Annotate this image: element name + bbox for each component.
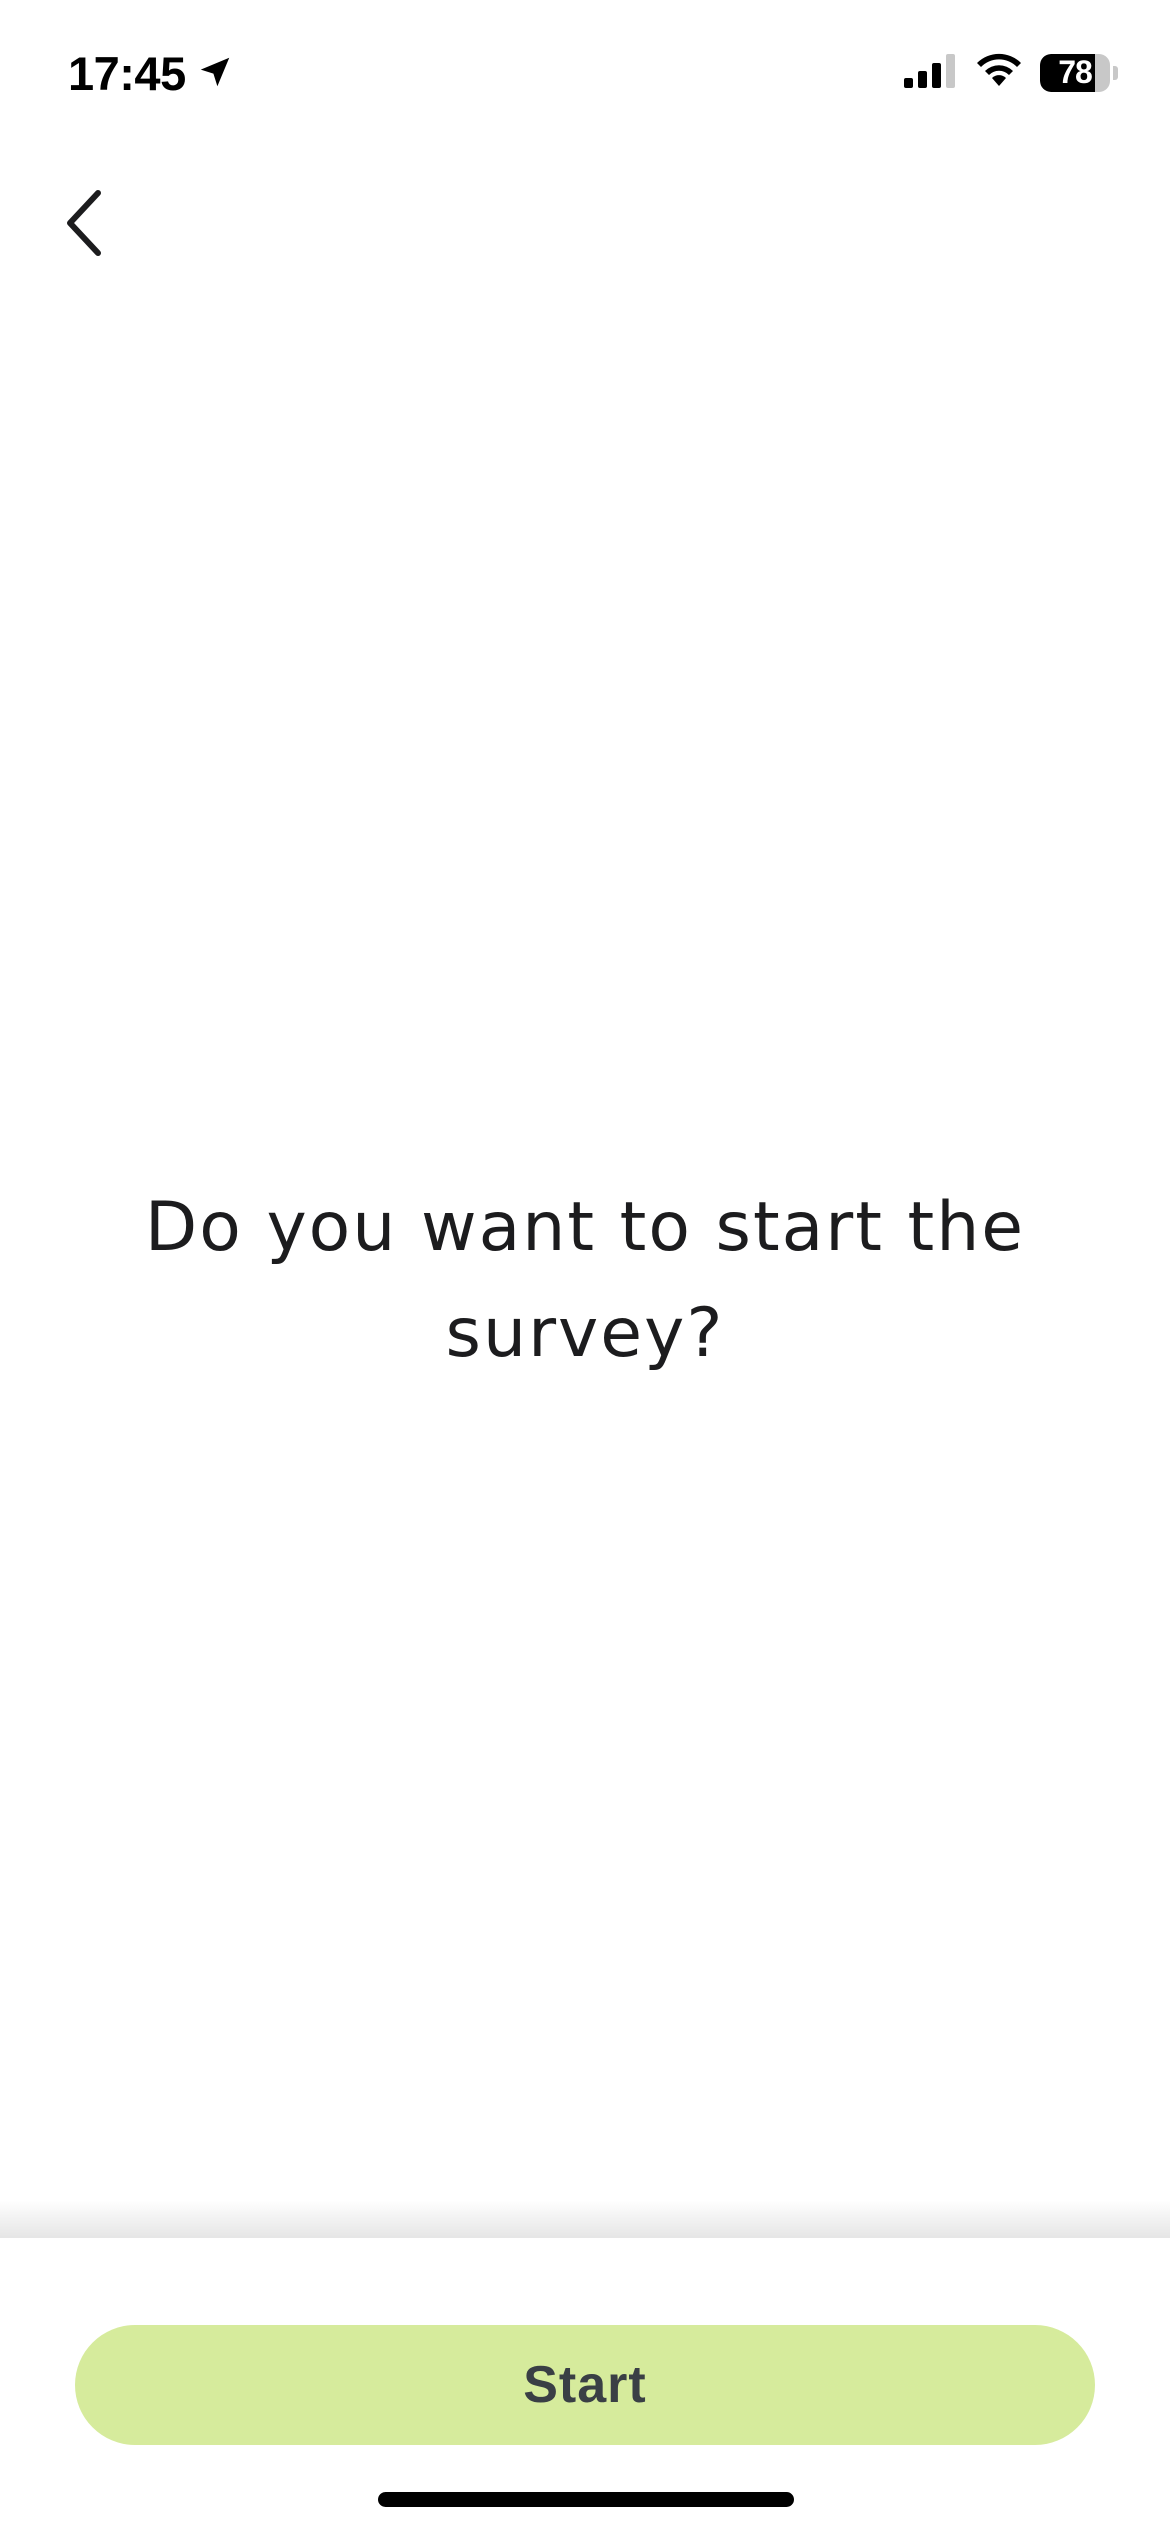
battery-icon: 78	[1040, 53, 1118, 92]
status-bar: 17:45 78	[0, 0, 1170, 150]
battery-body: 78	[1040, 53, 1110, 92]
start-button[interactable]: Start	[75, 2325, 1095, 2445]
battery-cap	[1113, 65, 1118, 80]
cellular-signal-icon	[904, 52, 958, 93]
bottom-panel-shadow	[0, 2200, 1170, 2238]
battery-level: 78	[1058, 54, 1093, 90]
home-indicator[interactable]	[378, 2492, 794, 2507]
location-arrow-icon	[196, 53, 234, 96]
status-indicators: 78	[904, 52, 1118, 93]
status-time: 17:45	[68, 47, 186, 100]
wifi-icon	[974, 52, 1024, 93]
chevron-left-icon	[62, 189, 106, 262]
survey-prompt: Do you want to start the survey?	[144, 1188, 1026, 1373]
back-button[interactable]	[44, 180, 124, 270]
status-time-group: 17:45	[68, 46, 234, 102]
